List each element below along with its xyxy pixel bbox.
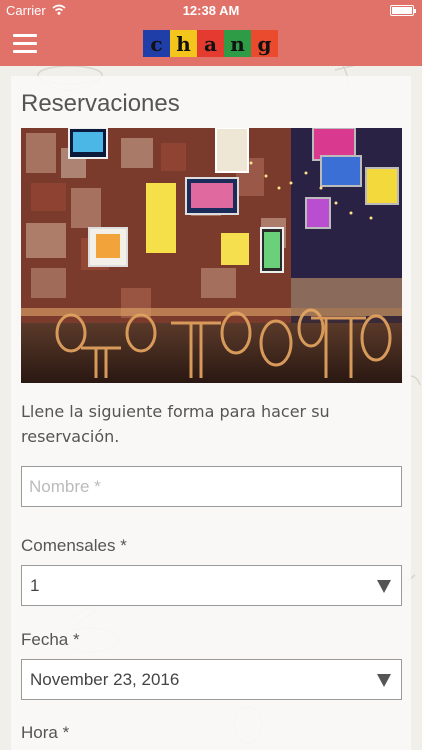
reservation-instructions: Llene la siguiente forma para hacer su r… <box>21 402 330 446</box>
guests-select[interactable]: 1 <box>21 565 402 606</box>
hamburger-icon[interactable] <box>13 34 37 54</box>
date-select[interactable]: November 23, 2016 <box>21 659 402 700</box>
menu-line <box>13 42 37 45</box>
logo-letter-a: a <box>197 30 224 57</box>
battery-level-fill <box>392 7 412 14</box>
restaurant-photo <box>21 128 402 383</box>
navigation-bar: chang <box>0 22 422 66</box>
guests-label: Comensales * <box>21 536 127 555</box>
time-label: Hora * <box>21 723 70 742</box>
reservation-card: Reservaciones Llene la siguiente forma p… <box>11 76 411 750</box>
date-label: Fecha * <box>21 630 80 649</box>
logo-letter-c: c <box>143 30 170 57</box>
chevron-down-icon <box>377 674 391 687</box>
logo-letter-h: h <box>170 30 197 57</box>
menu-line <box>13 50 37 53</box>
logo-letter-n: n <box>224 30 251 57</box>
date-selected-value: November 23, 2016 <box>30 670 180 689</box>
logo-letter-g: g <box>251 30 278 57</box>
chevron-down-icon <box>377 580 391 593</box>
name-input[interactable] <box>22 467 401 506</box>
page-title: Reservaciones <box>21 90 180 117</box>
chang-logo: chang <box>143 30 278 57</box>
menu-line <box>13 34 37 37</box>
name-field[interactable] <box>21 466 402 507</box>
status-bar: Carrier 12:38 AM <box>0 0 422 22</box>
guests-selected-value: 1 <box>30 576 40 595</box>
status-time: 12:38 AM <box>182 3 240 18</box>
battery-icon <box>390 5 416 16</box>
